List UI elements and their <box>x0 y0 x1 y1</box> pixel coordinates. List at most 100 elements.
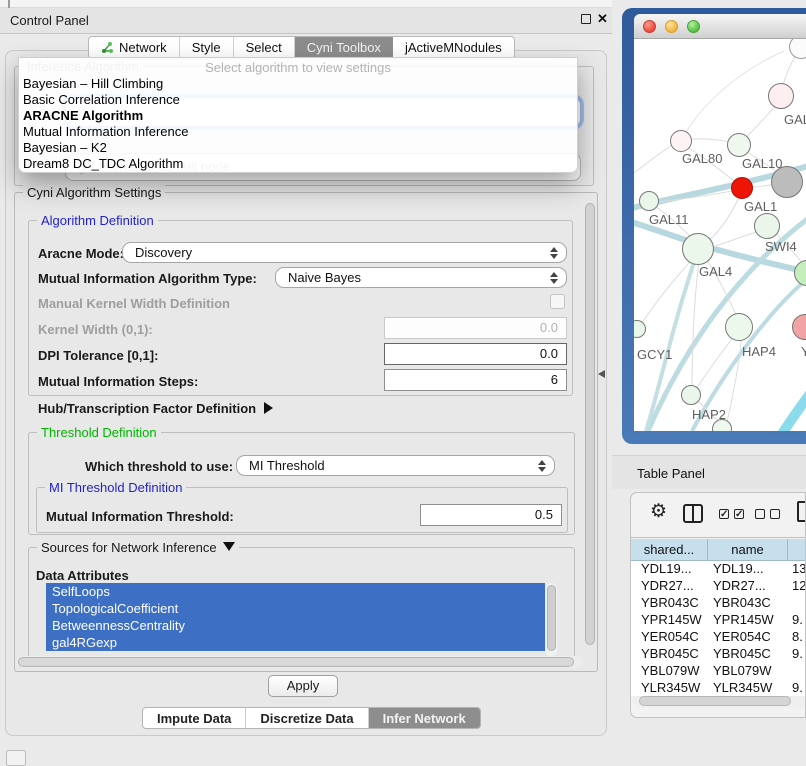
page-icon[interactable] <box>797 501 806 522</box>
which-threshold-combobox[interactable]: MI Threshold <box>236 455 555 476</box>
mi-steps-label: Mutual Information Steps: <box>38 374 198 389</box>
algo-option-aracne[interactable]: ARACNE Algorithm <box>19 108 577 124</box>
cell: YBR043C <box>631 595 708 612</box>
mi-threshold-field[interactable]: 0.5 <box>420 504 562 526</box>
dropdown-placeholder: Select algorithm to view settings <box>19 60 577 76</box>
column-header-shared-name[interactable]: shared... <box>631 539 708 561</box>
node-swi4[interactable] <box>754 213 780 239</box>
cell <box>788 595 806 612</box>
network-view-window: GAL GAL80 GAL10 GAL1 GAL11 SWI4 GAL4 GCY… <box>622 8 806 444</box>
tab-select[interactable]: Select <box>234 37 295 58</box>
node-label: GAL4 <box>699 264 732 279</box>
cell: YER054C <box>631 629 708 646</box>
aracne-mode-combobox[interactable]: Discovery <box>122 242 567 263</box>
table-toolbar: ⚙ ✓ ✓ <box>631 493 806 538</box>
node-label: GAL10 <box>742 156 782 171</box>
kernel-width-field[interactable]: 0.0 <box>384 317 567 339</box>
algo-option-bayesian-k2[interactable]: Bayesian – K2 <box>19 140 577 156</box>
float-window-icon[interactable] <box>581 14 591 24</box>
drag-nub <box>8 0 10 8</box>
tab-network[interactable]: Network <box>89 37 180 58</box>
tab-style[interactable]: Style <box>180 37 234 58</box>
node-label: SWI4 <box>765 239 797 254</box>
mi-type-combobox[interactable]: Naive Bayes <box>275 267 567 288</box>
cell: YBL079W <box>631 663 708 680</box>
table-row[interactable]: YBR045CYBR045C9. <box>631 646 806 663</box>
dpi-tolerance-field[interactable]: 0.0 <box>384 343 567 365</box>
mi-steps-field[interactable]: 6 <box>384 369 567 391</box>
node-gal1-red[interactable] <box>731 177 753 199</box>
cell: 9. <box>788 646 806 663</box>
hub-definition-expander[interactable]: Hub/Transcription Factor Definition <box>38 401 273 416</box>
table-row[interactable]: YPR145WYPR145W9. <box>631 612 806 629</box>
scrollbar-thumb[interactable] <box>18 657 574 667</box>
scrollbar-thumb[interactable] <box>547 585 556 651</box>
algo-option-mutual-information[interactable]: Mutual Information Inference <box>19 124 577 140</box>
unchecked-checkbox-icon[interactable] <box>770 509 780 519</box>
node-label: HAP2 <box>692 407 726 422</box>
algo-option-dream8[interactable]: Dream8 DC_TDC Algorithm <box>19 156 577 172</box>
list-vertical-scrollbar[interactable] <box>546 583 557 656</box>
cell: 9. <box>788 612 806 629</box>
settings-horizontal-scrollbar[interactable] <box>17 656 583 668</box>
node-label: GAL80 <box>682 151 722 166</box>
gear-icon[interactable]: ⚙ <box>650 502 667 521</box>
list-item-betweennesscentrality[interactable]: BetweennessCentrality <box>46 617 545 634</box>
sources-expander[interactable]: Sources for Network Inference <box>37 540 239 555</box>
tab-discretize-data[interactable]: Discretize Data <box>246 708 368 728</box>
settings-vertical-scrollbar[interactable] <box>584 200 596 666</box>
algo-option-bayesian-hill-climbing[interactable]: Bayesian – Hill Climbing <box>19 76 577 92</box>
close-icon[interactable]: ✕ <box>597 11 608 27</box>
checked-checkbox-icon[interactable]: ✓ <box>719 509 729 519</box>
mac-close-button[interactable] <box>643 20 656 33</box>
list-item-selfloops[interactable]: SelfLoops <box>46 583 545 600</box>
node-label: GAL1 <box>744 199 777 214</box>
node-gal10[interactable] <box>727 133 751 157</box>
algo-option-basic-correlation[interactable]: Basic Correlation Inference <box>19 92 577 108</box>
tab-infer-network[interactable]: Infer Network <box>369 708 480 728</box>
cell: YBR043C <box>708 595 788 612</box>
table-horizontal-scrollbar[interactable] <box>633 696 805 707</box>
cell: YBR045C <box>708 646 788 663</box>
corner-widget[interactable] <box>6 750 26 766</box>
tab-jactivemnodules[interactable]: jActiveMNodules <box>393 37 514 58</box>
cell: 8. <box>788 629 806 646</box>
tab-label: Network <box>119 40 167 55</box>
scrollbar-thumb[interactable] <box>639 696 791 706</box>
node-hap2[interactable] <box>681 385 701 405</box>
split-columns-icon[interactable] <box>683 504 703 523</box>
table-row[interactable]: YDL19...YDL19...13 <box>631 561 806 578</box>
column-header-cut[interactable] <box>788 539 806 561</box>
list-item-topologicalcoefficient[interactable]: TopologicalCoefficient <box>46 600 545 617</box>
table-row[interactable]: YDR27...YDR27...12 <box>631 578 806 595</box>
manual-kernel-label: Manual Kernel Width Definition <box>38 296 230 311</box>
tab-impute-data[interactable]: Impute Data <box>143 708 246 728</box>
node-hap4[interactable] <box>725 313 753 341</box>
table-row[interactable]: YBR043CYBR043C <box>631 595 806 612</box>
table-row[interactable]: YBL079WYBL079W <box>631 663 806 680</box>
unchecked-checkbox-icon[interactable] <box>755 509 765 519</box>
node-gal11[interactable] <box>639 191 659 211</box>
scrollbar-thumb[interactable] <box>585 203 595 645</box>
table-row[interactable]: YER054CYER054C8. <box>631 629 806 646</box>
table-row[interactable]: YLR345WYLR345W9. <box>631 680 806 696</box>
which-threshold-value: MI Threshold <box>249 458 325 473</box>
dpi-tolerance-label: DPI Tolerance [0,1]: <box>38 348 158 363</box>
network-canvas[interactable]: GAL GAL80 GAL10 GAL1 GAL11 SWI4 GAL4 GCY… <box>634 39 806 431</box>
tab-label: jActiveMNodules <box>405 40 502 55</box>
node-gal4[interactable] <box>682 233 714 265</box>
which-threshold-label: Which threshold to use: <box>85 459 233 474</box>
node-gal-pink[interactable] <box>768 83 794 109</box>
list-item-gal4rgexp[interactable]: gal4RGexp <box>46 634 545 651</box>
network-window-titlebar[interactable] <box>634 14 806 39</box>
node-gal80[interactable] <box>670 130 692 152</box>
mac-minimize-button[interactable] <box>665 20 678 33</box>
manual-kernel-checkbox[interactable] <box>550 294 565 309</box>
mac-zoom-button[interactable] <box>687 20 700 33</box>
checked-checkbox-icon[interactable]: ✓ <box>734 509 744 519</box>
control-panel-tabs: Network Style Select Cyni Toolbox jActiv… <box>88 36 515 59</box>
node-label: GCY1 <box>637 347 672 362</box>
tab-cyni-toolbox[interactable]: Cyni Toolbox <box>295 37 393 58</box>
column-header-name[interactable]: name <box>708 539 788 561</box>
apply-button[interactable]: Apply <box>268 675 338 697</box>
